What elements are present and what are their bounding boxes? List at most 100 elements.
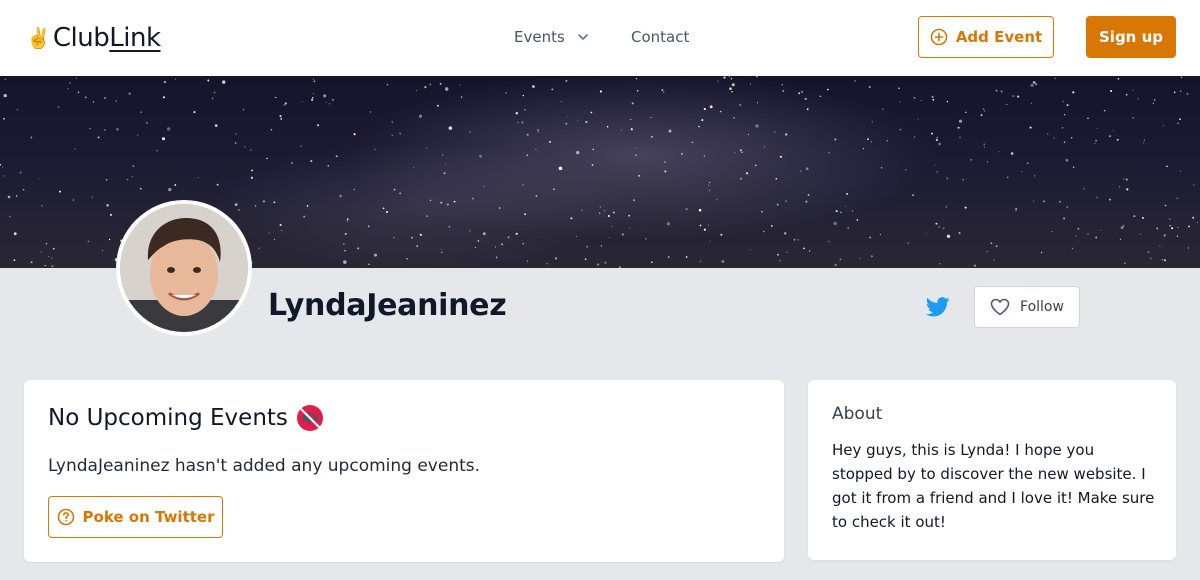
star: [4, 78, 6, 80]
clublink-logo[interactable]: ✌️ Club Link: [26, 22, 161, 54]
star: [731, 83, 735, 87]
about-card: About Hey guys, this is Lynda! I hope yo…: [808, 380, 1176, 560]
star: [570, 217, 573, 220]
star: [1012, 95, 1015, 98]
follow-button[interactable]: Follow: [974, 286, 1080, 328]
star: [40, 251, 42, 253]
star: [774, 131, 776, 133]
star: [703, 228, 706, 231]
sign-up-button[interactable]: Sign up: [1086, 16, 1176, 58]
star: [301, 101, 303, 102]
star: [819, 95, 822, 98]
star: [339, 194, 342, 198]
star: [698, 125, 700, 128]
star: [739, 103, 742, 106]
star: [386, 211, 388, 213]
star: [445, 163, 447, 165]
star: [1096, 196, 1098, 199]
star: [776, 203, 779, 206]
star: [72, 199, 75, 201]
star: [291, 162, 293, 164]
star: [515, 232, 518, 235]
star: [699, 224, 702, 227]
star: [936, 136, 938, 139]
plus-circle-icon: [930, 28, 948, 46]
star: [325, 101, 327, 103]
poke-on-twitter-button[interactable]: Poke on Twitter: [48, 496, 223, 538]
star: [1087, 233, 1089, 235]
star: [92, 101, 95, 103]
star: [1123, 178, 1125, 180]
twitter-icon[interactable]: [926, 296, 950, 318]
star: [986, 161, 989, 163]
star: [84, 96, 87, 99]
star: [391, 134, 393, 137]
star: [719, 110, 722, 113]
star: [984, 110, 986, 112]
star: [274, 238, 276, 240]
star: [964, 206, 967, 209]
star: [962, 178, 964, 181]
star: [723, 76, 726, 79]
star: [608, 236, 611, 239]
nav-contact-link[interactable]: Contact: [631, 26, 689, 48]
star: [983, 143, 986, 146]
star: [934, 164, 936, 166]
add-event-button[interactable]: Add Event: [918, 16, 1054, 58]
star: [1063, 141, 1066, 144]
star: [243, 146, 246, 148]
star: [48, 256, 50, 258]
events-card-title: No Upcoming Events: [48, 404, 324, 432]
star: [581, 209, 583, 211]
star: [1124, 262, 1126, 265]
star: [477, 240, 480, 242]
star: [1071, 247, 1074, 250]
nav-events-dropdown[interactable]: Events: [514, 26, 589, 48]
star: [51, 265, 54, 268]
star: [448, 225, 451, 228]
star: [368, 263, 370, 265]
avatar-face-illustration: [120, 204, 248, 332]
nav-events-label: Events: [514, 28, 565, 46]
star: [273, 201, 276, 204]
star: [620, 129, 623, 131]
star: [343, 260, 347, 264]
star: [38, 178, 40, 180]
star: [770, 225, 773, 227]
star: [1176, 235, 1179, 237]
star: [1177, 122, 1179, 124]
star: [482, 232, 486, 236]
star: [526, 133, 529, 136]
star: [685, 208, 688, 211]
star: [471, 197, 474, 200]
star: [1180, 170, 1182, 172]
star: [30, 261, 33, 264]
star: [535, 195, 538, 197]
star: [828, 152, 830, 154]
star: [591, 163, 594, 166]
logo-text-link: Link: [109, 23, 161, 53]
muted-speaker-icon: [296, 405, 323, 431]
star: [807, 194, 810, 196]
star: [779, 155, 783, 158]
star: [708, 184, 710, 186]
star: [793, 239, 796, 241]
star: [586, 245, 589, 248]
star: [1179, 118, 1181, 121]
star: [839, 258, 842, 261]
star: [1137, 98, 1139, 100]
star: [139, 187, 142, 190]
star: [1059, 201, 1061, 203]
star: [103, 129, 106, 131]
star: [755, 124, 759, 128]
star: [522, 184, 524, 186]
star: [946, 234, 951, 238]
star: [13, 259, 16, 262]
star: [441, 154, 444, 156]
star: [1063, 217, 1066, 220]
star: [1188, 225, 1190, 228]
star: [327, 165, 330, 167]
star: [393, 237, 395, 239]
star: [663, 91, 665, 93]
star: [445, 87, 449, 91]
